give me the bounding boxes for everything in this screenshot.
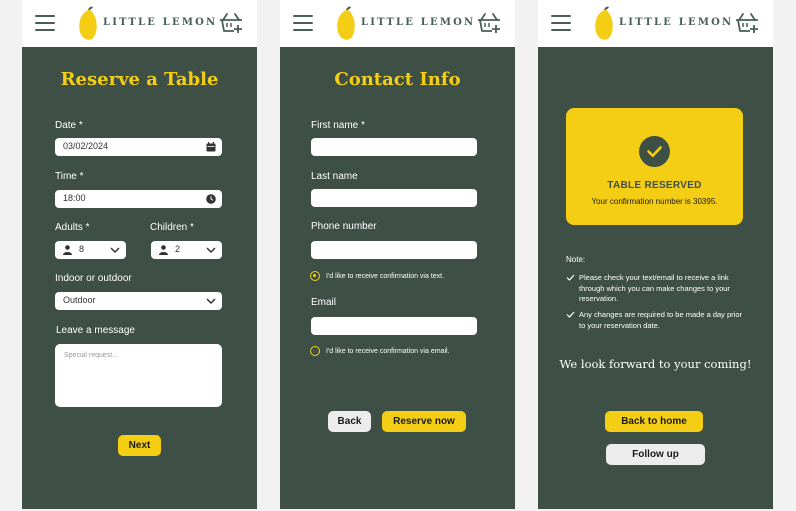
message-placeholder: Special request... — [64, 352, 119, 359]
date-field[interactable]: 03/02/2024 — [55, 138, 222, 156]
shopping-basket-icon[interactable] — [735, 12, 759, 34]
reserve-form-panel: Reserve a Table Date * 03/02/2024 Time *… — [22, 47, 257, 509]
chevron-down-icon — [206, 247, 216, 254]
reserve-now-button[interactable]: Reserve now — [382, 411, 466, 432]
first-name-label: First name * — [311, 120, 365, 131]
clock-icon[interactable] — [206, 194, 216, 204]
next-button[interactable]: Next — [118, 435, 161, 456]
calendar-icon[interactable] — [206, 142, 216, 152]
brand-name[interactable]: LITTLE LEMON — [619, 17, 733, 28]
closing-message: We look forward to your coming! — [559, 357, 752, 371]
seating-select[interactable]: Outdoor — [55, 292, 222, 310]
lemon-icon — [79, 6, 97, 40]
confirmation-card: TABLE RESERVED Your confirmation number … — [566, 108, 743, 225]
back-to-home-button[interactable]: Back to home — [605, 411, 703, 432]
email-confirmation-radio[interactable] — [310, 346, 320, 356]
seating-label: Indoor or outdoor — [55, 273, 132, 284]
last-name-field[interactable] — [311, 189, 477, 207]
follow-up-button[interactable]: Follow up — [606, 444, 705, 465]
hamburger-menu-icon[interactable] — [551, 15, 571, 31]
hamburger-menu-icon[interactable] — [293, 15, 313, 31]
chevron-down-icon — [206, 298, 216, 305]
note-text: Please check your text/email to receive … — [579, 273, 730, 303]
email-confirmation-option[interactable]: I'd like to receive confirmation via ema… — [310, 346, 450, 356]
shopping-basket-icon[interactable] — [219, 12, 243, 34]
check-icon — [566, 311, 575, 318]
brand-name[interactable]: LITTLE LEMON — [361, 17, 475, 28]
lemon-icon — [337, 6, 355, 40]
app-header: LITTLE LEMON — [538, 0, 773, 47]
app-header: LITTLE LEMON — [22, 0, 257, 47]
brand-name[interactable]: LITTLE LEMON — [103, 17, 217, 28]
note-label: Note: — [566, 255, 586, 264]
hamburger-menu-icon[interactable] — [35, 15, 55, 31]
time-field[interactable]: 18:00 — [55, 190, 222, 208]
phone-label: Phone number — [311, 221, 377, 232]
first-name-field[interactable] — [311, 138, 477, 156]
checkmark-icon — [647, 146, 662, 158]
shopping-basket-icon[interactable] — [477, 12, 501, 34]
time-label: Time * — [55, 171, 84, 182]
reserve-screen: LITTLE LEMON Reserve a Table Date * 03/0… — [22, 0, 257, 509]
confirmation-title: TABLE RESERVED — [607, 180, 702, 191]
adults-value: 8 — [79, 244, 85, 254]
page-title: Reserve a Table — [60, 69, 219, 90]
person-icon — [159, 245, 168, 255]
adults-select[interactable]: 8 — [55, 241, 126, 259]
email-confirmation-label: I'd like to receive confirmation via ema… — [326, 347, 450, 355]
text-confirmation-label: I'd like to receive confirmation via tex… — [326, 272, 445, 280]
adults-label: Adults * — [55, 222, 90, 233]
time-value: 18:00 — [63, 193, 86, 203]
contact-form-panel: Contact Info First name * Last name Phon… — [280, 47, 515, 509]
seating-value: Outdoor — [63, 295, 96, 305]
text-confirmation-radio[interactable] — [310, 271, 320, 281]
confirmation-panel: TABLE RESERVED Your confirmation number … — [538, 47, 773, 509]
message-textarea[interactable]: Special request... — [55, 344, 222, 407]
confirmation-number: Your confirmation number is 30395. — [591, 197, 718, 206]
check-circle-icon — [639, 136, 670, 167]
check-icon — [566, 274, 575, 281]
message-label: Leave a message — [56, 325, 135, 336]
person-icon — [63, 245, 72, 255]
text-confirmation-option[interactable]: I'd like to receive confirmation via tex… — [310, 271, 444, 281]
contact-screen: LITTLE LEMON Contact Info First name * L… — [280, 0, 515, 509]
children-value: 2 — [175, 244, 181, 254]
date-value: 03/02/2024 — [63, 141, 109, 151]
phone-field[interactable] — [311, 241, 477, 259]
email-field[interactable] — [311, 317, 477, 335]
last-name-label: Last name — [311, 171, 358, 182]
lemon-icon — [595, 6, 613, 40]
children-select[interactable]: 2 — [151, 241, 222, 259]
date-label: Date * — [55, 120, 83, 131]
note-text: Any changes are required to be made a da… — [579, 310, 743, 330]
app-header: LITTLE LEMON — [280, 0, 515, 47]
children-label: Children * — [150, 222, 194, 233]
chevron-down-icon — [110, 247, 120, 254]
page-title: Contact Info — [334, 69, 461, 90]
email-label: Email — [311, 297, 337, 308]
back-button[interactable]: Back — [328, 411, 371, 432]
confirmation-screen: LITTLE LEMON TABLE RESERVED Your confirm… — [538, 0, 773, 509]
